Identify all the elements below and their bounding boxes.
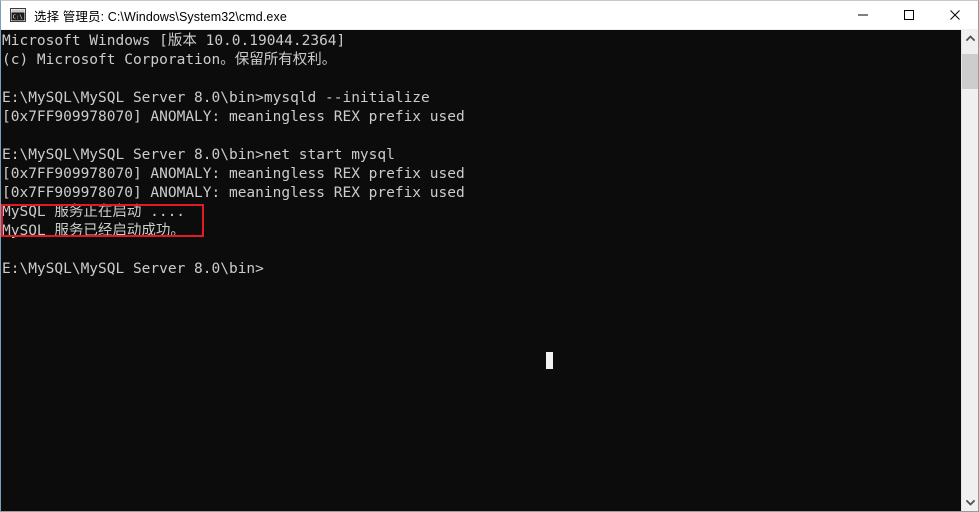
svg-text:C:\: C:\ [13,15,23,21]
scrollbar-track[interactable] [962,47,978,494]
scrollbar-up-button[interactable] [962,30,978,47]
console-text: Microsoft Windows [版本 10.0.19044.2364] (c… [2,32,465,279]
window-title: 选择 管理员: C:\Windows\System32\cmd.exe [34,9,287,24]
console-line: E:\MySQL\MySQL Server 8.0\bin> [2,261,264,277]
scrollbar-down-button[interactable] [962,494,978,511]
console-line: [0x7FF909978070] ANOMALY: meaningless RE… [2,166,465,182]
cmd-window: C:\ 选择 管理员: C:\Windows\System32\cmd.exe [0,0,979,512]
maximize-icon [903,9,915,21]
close-icon [949,9,961,21]
vertical-scrollbar[interactable] [961,30,978,511]
maximize-button[interactable] [886,1,932,29]
text-cursor-block [546,352,553,369]
console-line: E:\MySQL\MySQL Server 8.0\bin>net start … [2,147,395,163]
minimize-icon [857,9,869,21]
console-output-area[interactable]: Microsoft Windows [版本 10.0.19044.2364] (c… [1,30,961,511]
console-line: (c) Microsoft Corporation。保留所有权利。 [2,52,337,68]
chevron-down-icon [966,499,975,506]
console-line: Microsoft Windows [版本 10.0.19044.2364] [2,33,346,49]
minimize-button[interactable] [840,1,886,29]
console-line: [0x7FF909978070] ANOMALY: meaningless RE… [2,109,465,125]
chevron-up-icon [966,35,975,42]
console-line: E:\MySQL\MySQL Server 8.0\bin>mysqld --i… [2,90,430,106]
title-bar[interactable]: C:\ 选择 管理员: C:\Windows\System32\cmd.exe [1,1,978,30]
scrollbar-thumb[interactable] [962,54,978,89]
console-line: [0x7FF909978070] ANOMALY: meaningless RE… [2,185,465,201]
console-line: MySQL 服务正在启动 .... [2,204,186,220]
console-line: MySQL 服务已经启动成功。 [2,223,185,239]
cmd-console-icon: C:\ [10,7,26,23]
close-button[interactable] [932,1,978,29]
